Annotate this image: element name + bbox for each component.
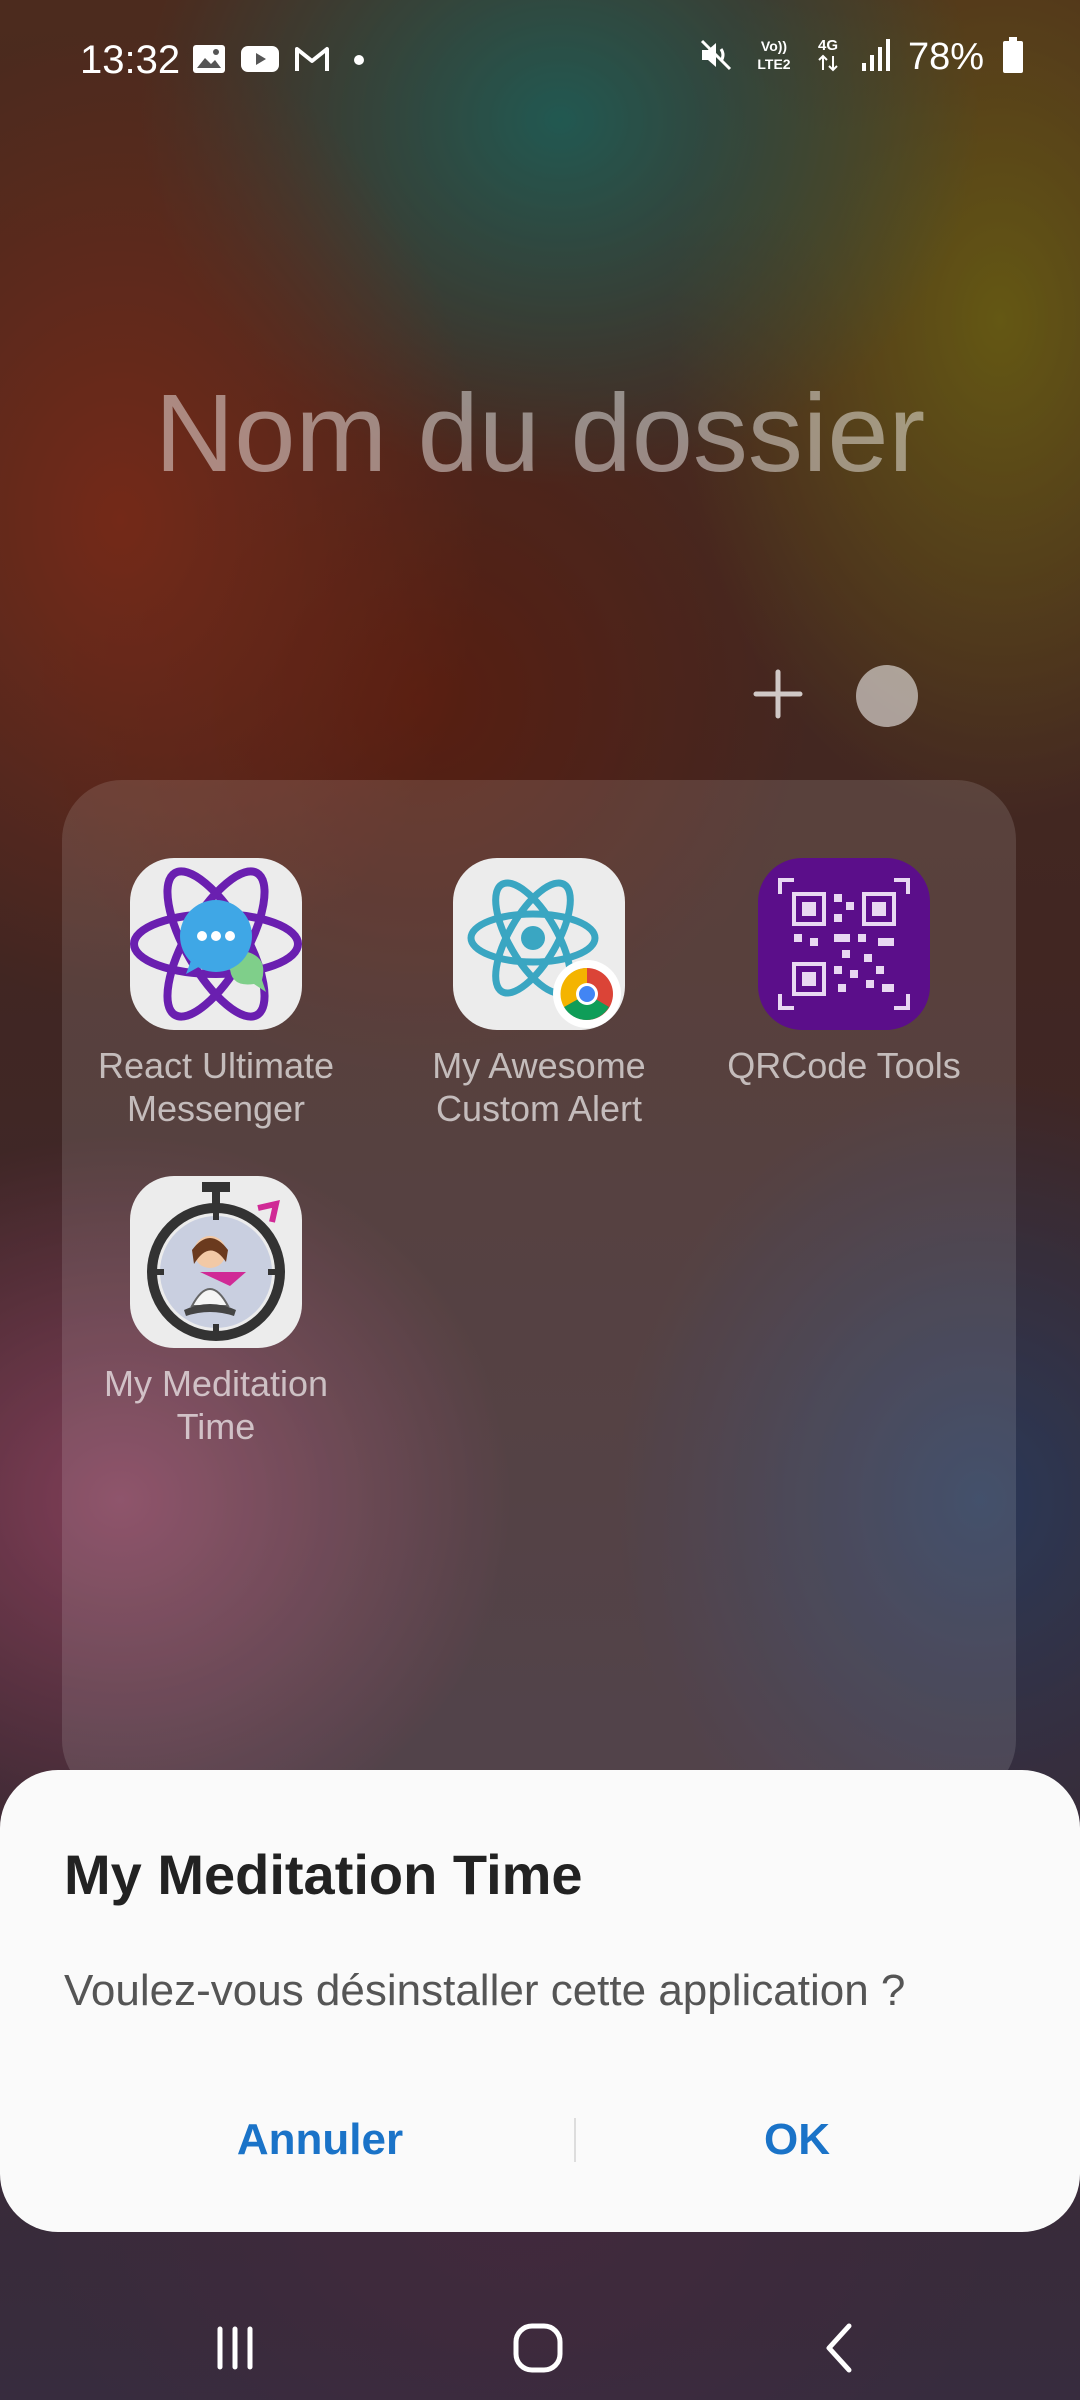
folder-panel: React Ultimate Messenger My Awesome Cust…	[62, 780, 1016, 1800]
folder-name[interactable]: Nom du dossier	[0, 370, 1080, 497]
recents-icon	[210, 2323, 260, 2378]
back-button[interactable]	[790, 2310, 890, 2390]
signal-icon	[860, 37, 890, 78]
cancel-button[interactable]: Annuler	[50, 2090, 590, 2190]
app-label: React Ultimate Messenger	[97, 1045, 335, 1129]
add-app-icon[interactable]	[750, 666, 806, 727]
react-chrome-icon	[453, 858, 625, 1030]
dot-icon	[344, 44, 374, 79]
app-react-ultimate-messenger[interactable]: React Ultimate Messenger	[66, 858, 366, 1130]
app-qrcode-tools[interactable]: QRCode Tools	[694, 858, 994, 1087]
status-bar: 13:32 Vo)) LTE2 4G 78%	[0, 0, 1080, 120]
svg-text:Vo)): Vo))	[761, 38, 787, 54]
react-messenger-icon	[130, 858, 302, 1030]
dialog-message: Voulez-vous désinstaller cette applicati…	[64, 1966, 906, 2015]
notification-icons	[192, 44, 374, 79]
folder-actions	[750, 665, 918, 727]
dialog-buttons: Annuler OK	[0, 2090, 1080, 2190]
svg-text:4G: 4G	[818, 37, 838, 54]
battery-icon	[1002, 36, 1024, 79]
recents-button[interactable]	[185, 2310, 285, 2390]
home-button[interactable]	[488, 2310, 588, 2390]
app-my-meditation-time[interactable]: My Meditation Time	[66, 1176, 366, 1448]
youtube-icon	[240, 44, 280, 79]
status-time: 13:32	[80, 38, 181, 82]
ok-button[interactable]: OK	[527, 2090, 1067, 2190]
mute-icon	[698, 37, 734, 78]
svg-text:LTE2: LTE2	[757, 56, 790, 72]
meditation-icon	[130, 1176, 302, 1348]
qrcode-icon	[758, 858, 930, 1030]
back-icon	[815, 2320, 865, 2381]
dialog-title: My Meditation Time	[64, 1843, 583, 1906]
uninstall-dialog: My Meditation Time Voulez-vous désinstal…	[0, 1770, 1080, 2232]
app-label: QRCode Tools	[727, 1045, 961, 1086]
navigation-bar	[0, 2290, 1080, 2400]
battery-percent: 78%	[907, 36, 984, 78]
4g-icon: 4G	[814, 36, 842, 79]
app-label: My Awesome Custom Alert	[432, 1045, 646, 1129]
gmail-icon	[294, 45, 330, 78]
app-label: My Meditation Time	[103, 1363, 329, 1447]
app-my-awesome-custom-alert[interactable]: My Awesome Custom Alert	[389, 858, 689, 1130]
home-icon	[510, 2320, 566, 2381]
folder-color-button[interactable]	[856, 665, 918, 727]
system-icons: Vo)) LTE2 4G 78%	[698, 36, 1024, 79]
volte-icon: Vo)) LTE2	[752, 37, 796, 78]
image-icon	[192, 44, 226, 79]
